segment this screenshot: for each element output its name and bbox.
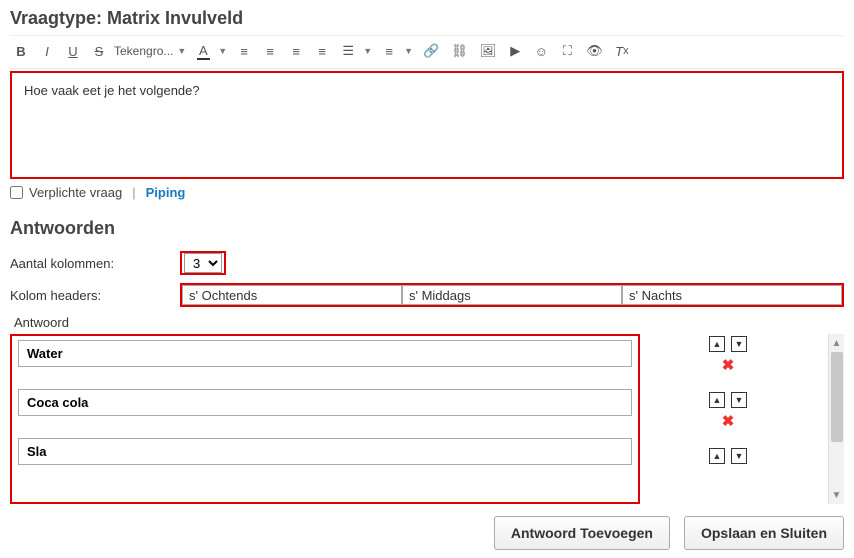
align-left-button[interactable]: ≡ (233, 40, 255, 62)
column-headers-container: s' Ochtends s' Middags s' Nachts (180, 283, 844, 307)
unlink-button[interactable]: ⛓ (447, 40, 472, 62)
column-header-input[interactable]: s' Middags (402, 285, 622, 305)
move-up-button[interactable]: ▲ (709, 392, 725, 408)
columns-select-highlight: 3 (180, 251, 226, 275)
move-down-button[interactable]: ▼ (731, 336, 747, 352)
required-label: Verplichte vraag (29, 185, 122, 200)
answer-input[interactable] (18, 340, 632, 367)
piping-link[interactable]: Piping (146, 185, 186, 200)
answers-heading: Antwoorden (10, 218, 844, 239)
align-justify-button[interactable]: ≡ (311, 40, 333, 62)
question-textarea[interactable]: Hoe vaak eet je het volgende? (10, 71, 844, 179)
move-up-button[interactable]: ▲ (709, 448, 725, 464)
answer-controls: ▲ ▼ ✖ ▲ ▼ ✖ ▲ ▼ (648, 334, 808, 504)
bold-button[interactable]: B (10, 40, 32, 62)
move-down-button[interactable]: ▼ (731, 448, 747, 464)
answer-column-label: Antwoord (14, 315, 844, 330)
delete-answer-button[interactable]: ✖ (722, 356, 735, 374)
save-close-button[interactable]: Opslaan en Sluiten (684, 516, 844, 550)
scroll-track[interactable] (829, 442, 844, 486)
underline-button[interactable]: U (62, 40, 84, 62)
columns-label: Aantal kolommen: (10, 256, 180, 271)
chevron-down-icon: ▼ (363, 46, 372, 56)
link-button[interactable]: 🔗 (419, 40, 443, 62)
scroll-thumb[interactable] (831, 352, 843, 442)
fullscreen-button[interactable]: ⛶ (556, 40, 578, 62)
chevron-down-icon: ▼ (218, 46, 227, 56)
chevron-down-icon: ▼ (177, 46, 186, 56)
question-text: Hoe vaak eet je het volgende? (24, 83, 830, 98)
delete-answer-button[interactable]: ✖ (722, 412, 735, 430)
editor-toolbar: B I U S Tekengro... ▼ A ▼ ≡ ≡ ≡ ≡ ☰ ▼ ≡ … (10, 35, 844, 69)
answers-list-container (10, 334, 640, 504)
emoji-button[interactable]: ☺ (530, 40, 552, 62)
page-title: Vraagtype: Matrix Invulveld (10, 8, 844, 29)
list-button[interactable]: ☰ (337, 40, 359, 62)
clear-format-button[interactable]: Tx (611, 40, 633, 62)
move-down-button[interactable]: ▼ (731, 392, 747, 408)
move-up-button[interactable]: ▲ (709, 336, 725, 352)
question-options: Verplichte vraag | Piping (10, 185, 844, 200)
add-answer-button[interactable]: Antwoord Toevoegen (494, 516, 670, 550)
answer-input[interactable] (18, 438, 632, 465)
strike-button[interactable]: S (88, 40, 110, 62)
numbered-list-button[interactable]: ≡ (378, 40, 400, 62)
headers-label: Kolom headers: (10, 288, 180, 303)
align-center-button[interactable]: ≡ (259, 40, 281, 62)
column-header-input[interactable]: s' Ochtends (182, 285, 402, 305)
text-color-button[interactable]: A (192, 40, 214, 62)
separator: | (132, 185, 135, 200)
image-button[interactable]: 🖼 (476, 40, 501, 62)
fontsize-select[interactable]: Tekengro... (114, 42, 173, 60)
answers-scrollbar[interactable]: ▲ ▼ (828, 334, 844, 504)
answer-input[interactable] (18, 389, 632, 416)
chevron-down-icon: ▼ (404, 46, 413, 56)
scroll-down-button[interactable]: ▼ (829, 486, 844, 504)
scroll-up-button[interactable]: ▲ (829, 334, 844, 352)
italic-button[interactable]: I (36, 40, 58, 62)
column-header-input[interactable]: s' Nachts (622, 285, 842, 305)
required-checkbox[interactable] (10, 186, 23, 199)
columns-select[interactable]: 3 (184, 253, 222, 273)
preview-button[interactable]: 👁 (582, 40, 607, 62)
align-right-button[interactable]: ≡ (285, 40, 307, 62)
video-button[interactable]: ▶ (504, 40, 526, 62)
